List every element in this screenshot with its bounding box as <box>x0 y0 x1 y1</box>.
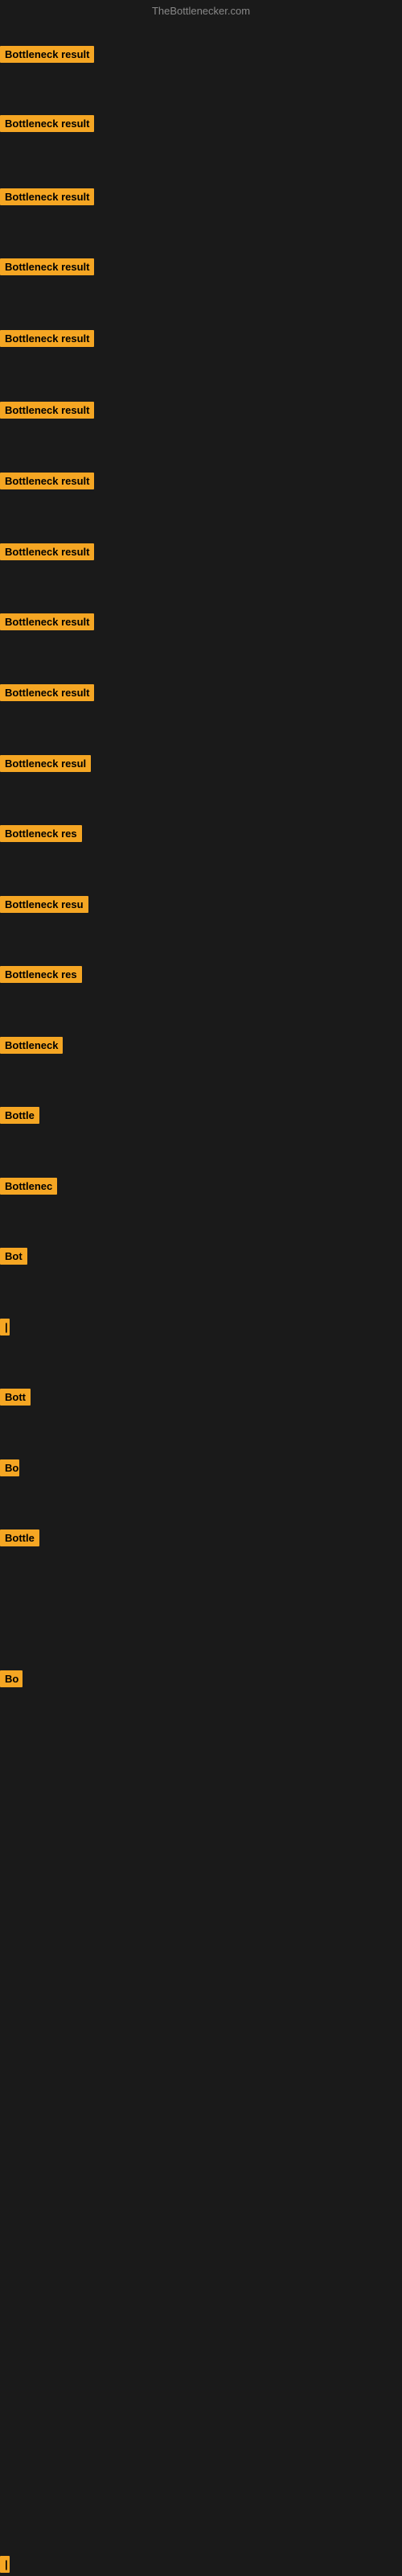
bottleneck-result-badge: Bottleneck <box>0 1037 63 1054</box>
bottleneck-result-badge: Bottleneck result <box>0 115 94 132</box>
bottleneck-result-badge: Bottleneck result <box>0 543 94 560</box>
bottleneck-result-badge: Bottleneck result <box>0 402 94 419</box>
bottleneck-result-badge: Bottleneck result <box>0 684 94 701</box>
bottleneck-result-badge: Bo <box>0 1670 23 1687</box>
bottleneck-result-badge: Bott <box>0 1389 31 1406</box>
bottleneck-result-badge: Bottleneck resu <box>0 896 88 913</box>
bottleneck-result-badge: Bottleneck res <box>0 966 82 983</box>
bottleneck-result-badge: | <box>0 1319 10 1335</box>
bottleneck-result-badge: Bottleneck result <box>0 258 94 275</box>
bottleneck-result-badge: Bottle <box>0 1107 39 1124</box>
bottleneck-result-badge: Bottleneck result <box>0 46 94 63</box>
bottleneck-result-badge: Bottle <box>0 1530 39 1546</box>
bottleneck-result-badge: Bottleneck result <box>0 613 94 630</box>
bottleneck-result-badge: Bottlenec <box>0 1178 57 1195</box>
site-title: TheBottlenecker.com <box>152 5 250 17</box>
bottleneck-result-badge: | <box>0 2556 10 2573</box>
bottleneck-result-badge: Bot <box>0 1248 27 1265</box>
bottleneck-result-badge: Bottleneck result <box>0 330 94 347</box>
bottleneck-result-badge: Bottleneck result <box>0 188 94 205</box>
bottleneck-result-badge: Bo <box>0 1459 19 1476</box>
bottleneck-result-badge: Bottleneck res <box>0 825 82 842</box>
bottleneck-result-badge: Bottleneck resul <box>0 755 91 772</box>
bottleneck-result-badge: Bottleneck result <box>0 473 94 489</box>
